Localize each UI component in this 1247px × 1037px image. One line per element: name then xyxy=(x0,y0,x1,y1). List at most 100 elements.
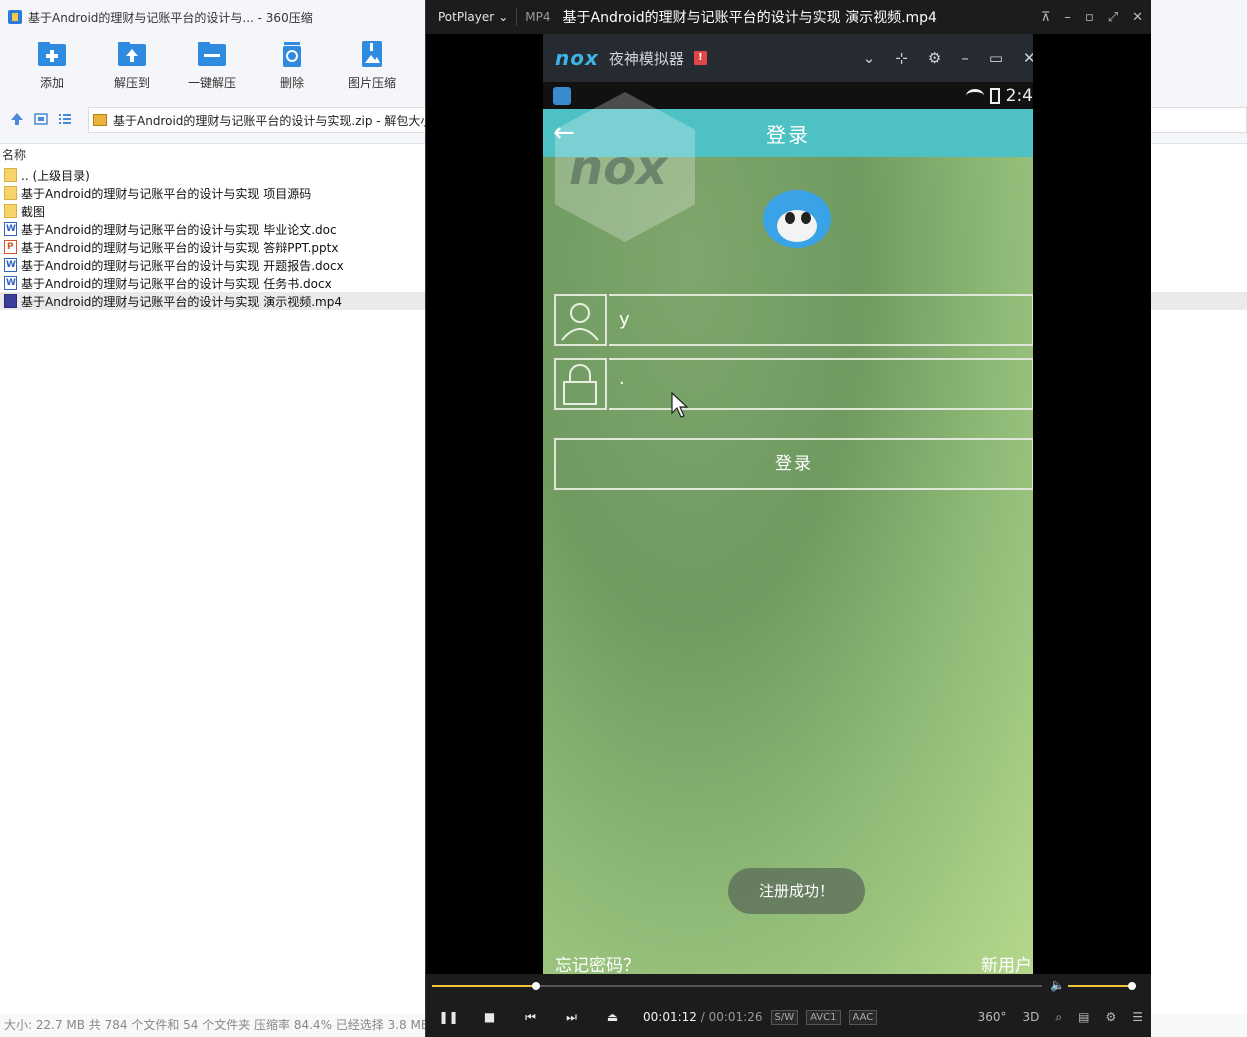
warning-icon[interactable]: ! xyxy=(693,51,707,65)
delete-button[interactable]: 删除 xyxy=(252,34,332,98)
image-compress-button[interactable]: 图片压缩 xyxy=(332,34,412,98)
one-click-extract-button[interactable]: 一键解压 xyxy=(172,34,252,98)
time-total: / 00:01:26 xyxy=(700,1010,763,1024)
seek-bar[interactable] xyxy=(432,982,1042,990)
emulator-titlebar: nox 夜神模拟器 ! ⌄ ⊹ ⚙ – ▭ ✕ xyxy=(543,34,1033,82)
forgot-password-link[interactable]: 忘记密码？ xyxy=(555,951,640,974)
add-button[interactable]: 添加 xyxy=(12,34,92,98)
file-name: 基于Android的理财与记账平台的设计与实现 答辩PPT.pptx xyxy=(21,240,339,255)
close-icon[interactable]: ✕ xyxy=(1132,10,1143,25)
menu-icon[interactable]: ☰ xyxy=(1132,1010,1143,1024)
username-input[interactable]: y xyxy=(609,294,1033,346)
potplayer-menu-button[interactable]: PotPlayer ⌄ xyxy=(426,10,508,24)
image-compress-label: 图片压缩 xyxy=(347,76,396,90)
stop-icon[interactable]: ■ xyxy=(469,1010,510,1024)
minimize-icon[interactable]: – xyxy=(1064,10,1071,25)
file-name: 基于Android的理财与记账平台的设计与实现 毕业论文.doc xyxy=(21,222,337,237)
volume-handle[interactable] xyxy=(1128,982,1136,990)
new-user-link[interactable]: 新用户 xyxy=(981,951,1033,974)
video-codec-tag[interactable]: AVC1 xyxy=(806,1009,841,1025)
clock: 2:4 xyxy=(1005,85,1033,106)
extract-icon xyxy=(118,42,146,66)
battery-icon xyxy=(989,87,1000,104)
user-icon xyxy=(554,294,607,346)
gear-icon[interactable]: ⚙ xyxy=(1105,1010,1116,1024)
watermark-text: nox xyxy=(569,140,668,196)
username-row: y xyxy=(554,294,1033,346)
maximize-icon[interactable]: ▫ xyxy=(1085,10,1094,25)
close-icon[interactable]: ✕ xyxy=(1023,49,1033,67)
word-file-icon xyxy=(4,258,17,272)
android-screen: 2:4 ← 登录 nox y · 登录 注册成功！ 忘记密码？ 新用户 xyxy=(543,82,1033,974)
pause-icon[interactable]: ❚❚ xyxy=(428,1010,469,1024)
zoom-icon[interactable]: ⌕ xyxy=(1055,1010,1062,1025)
gear-icon[interactable]: ⚙ xyxy=(928,49,941,67)
folder-icon xyxy=(4,204,17,218)
notification-app-icon xyxy=(553,86,571,105)
decoder-tag[interactable]: S/W xyxy=(770,1009,799,1025)
folder-icon xyxy=(4,168,17,182)
time-current: 00:01:12 xyxy=(643,1010,697,1024)
app-title: 登录 xyxy=(766,122,810,147)
thumbnail-view-icon[interactable] xyxy=(34,112,48,126)
seek-handle[interactable] xyxy=(531,982,540,990)
one-click-extract-icon xyxy=(198,42,226,66)
file-name: 基于Android的理财与记账平台的设计与实现 演示视频.mp4 xyxy=(21,294,342,309)
eject-icon[interactable]: ⏏ xyxy=(592,1010,633,1024)
zip-app-icon xyxy=(8,10,22,24)
image-compress-icon xyxy=(362,41,382,67)
next-icon[interactable]: ⏭ xyxy=(551,1010,592,1025)
lock-icon xyxy=(554,358,607,410)
delete-label: 删除 xyxy=(279,76,304,90)
file-name: 截图 xyxy=(21,204,46,219)
extract-to-button[interactable]: 解压到 xyxy=(92,34,172,98)
path-text: 基于Android的理财与记账平台的设计与实现.zip - 解包大小 xyxy=(113,113,433,128)
trash-icon xyxy=(283,42,301,67)
potplayer-window: PotPlayer ⌄ MP4 基于Android的理财与记账平台的设计与实现 演… xyxy=(425,0,1151,1037)
zip-title-text: 基于Android的理财与记账平台的设计与... - 360压缩 xyxy=(28,10,313,25)
up-arrow-icon[interactable] xyxy=(10,112,24,126)
mascot-avatar xyxy=(763,190,831,248)
brand-label: PotPlayer xyxy=(438,10,495,24)
file-name: 基于Android的理财与记账平台的设计与实现 项目源码 xyxy=(21,186,312,201)
format-label: MP4 xyxy=(525,10,551,24)
video-area[interactable]: nox 夜神模拟器 ! ⌄ ⊹ ⚙ – ▭ ✕ 2:4 ← 登录 nox y ·… xyxy=(426,34,1151,974)
speaker-icon[interactable]: 🔈 xyxy=(1050,978,1065,992)
vr360-button[interactable]: 360° xyxy=(978,1010,1007,1024)
emulator-name: 夜神模拟器 xyxy=(608,49,684,68)
fullscreen-icon[interactable]: ⤢ xyxy=(1108,10,1118,25)
video-title: 基于Android的理财与记账平台的设计与实现 演示视频.mp4 xyxy=(562,10,937,26)
dropdown-icon[interactable]: ⌄ xyxy=(863,49,876,67)
login-button[interactable]: 登录 xyxy=(554,438,1033,490)
video-file-icon xyxy=(4,294,17,308)
file-name: 基于Android的理财与记账平台的设计与实现 开题报告.docx xyxy=(21,258,344,273)
word-file-icon xyxy=(4,276,17,290)
player-titlebar: PotPlayer ⌄ MP4 基于Android的理财与记账平台的设计与实现 演… xyxy=(426,0,1151,34)
ppt-file-icon xyxy=(4,240,17,254)
wifi-icon xyxy=(965,88,984,103)
minimize-icon[interactable]: – xyxy=(961,49,969,67)
zip-file-icon xyxy=(93,114,107,126)
add-label: 添加 xyxy=(39,76,64,90)
3d-button[interactable]: 3D xyxy=(1023,1010,1040,1024)
password-row: · xyxy=(554,358,1033,410)
add-icon xyxy=(38,42,66,66)
file-name: .. (上级目录) xyxy=(21,168,90,183)
extract-to-label: 解压到 xyxy=(113,76,150,90)
pin-icon[interactable]: ⊼ xyxy=(1041,10,1051,25)
time-display: 00:01:12 / 00:01:26 xyxy=(643,1010,763,1024)
list-view-icon[interactable] xyxy=(58,112,72,126)
pin-icon[interactable]: ⊹ xyxy=(895,49,908,67)
volume-slider[interactable] xyxy=(1068,982,1136,990)
maximize-icon[interactable]: ▭ xyxy=(989,49,1003,67)
chevron-down-icon: ⌄ xyxy=(498,10,509,24)
player-controls: 🔈 ❚❚ ■ ⏮ ⏭ ⏏ 00:01:12 / 00:01:26 S/W AVC… xyxy=(426,974,1151,1037)
nox-logo: nox xyxy=(555,46,599,70)
file-name: 基于Android的理财与记账平台的设计与实现 任务书.docx xyxy=(21,276,332,291)
audio-codec-tag[interactable]: AAC xyxy=(848,1009,878,1025)
playlist-icon[interactable]: ▤ xyxy=(1078,1010,1089,1024)
emulator-window: nox 夜神模拟器 ! ⌄ ⊹ ⚙ – ▭ ✕ 2:4 ← 登录 nox y ·… xyxy=(543,34,1033,974)
word-file-icon xyxy=(4,222,17,236)
previous-icon[interactable]: ⏮ xyxy=(510,1010,551,1025)
toast-message: 注册成功！ xyxy=(728,868,865,914)
